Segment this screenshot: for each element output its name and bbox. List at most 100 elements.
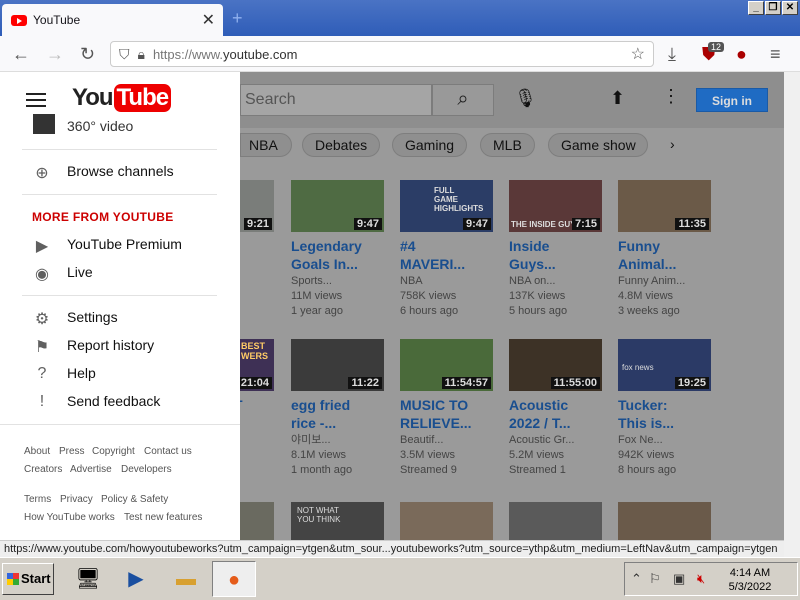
video-thumbnail[interactable]: FULL GAME HIGHLIGHTS 9:47 bbox=[400, 180, 493, 232]
video-channel[interactable]: Funny Anim... bbox=[618, 274, 718, 289]
show-hidden-icons-icon[interactable]: ⌃ bbox=[631, 571, 642, 587]
video-thumbnail[interactable] bbox=[400, 502, 493, 540]
drawer-item-premium[interactable]: ▶ YouTube Premium bbox=[0, 231, 240, 259]
forward-arrow-icon[interactable]: → bbox=[46, 44, 64, 64]
footer-link-creators[interactable]: Creators bbox=[24, 464, 62, 475]
footer-link-how-youtube-works[interactable]: How YouTube works bbox=[24, 512, 115, 523]
drawer-item-browse-channels[interactable]: ⊕ Browse channels bbox=[0, 158, 240, 186]
lock-icon[interactable]: 🔒︎ bbox=[138, 46, 145, 63]
video-thumbnail[interactable]: 11:55:00 bbox=[509, 339, 602, 391]
clock[interactable]: 4:14 AM 5/3/2022 bbox=[725, 566, 775, 594]
file-explorer-icon[interactable]: ▬ bbox=[164, 561, 208, 597]
video-thumbnail[interactable]: 9:47 bbox=[291, 180, 384, 232]
back-arrow-icon[interactable]: ← bbox=[12, 44, 30, 64]
chip-nba[interactable]: NBA bbox=[240, 133, 292, 157]
footer-link-privacy[interactable]: Privacy bbox=[60, 494, 93, 505]
extension-icon[interactable]: ● bbox=[736, 44, 747, 64]
downloads-icon[interactable]: ⤓ bbox=[668, 44, 676, 64]
drawer-item-settings[interactable]: ⚙ Settings bbox=[0, 304, 240, 332]
help-icon: ? bbox=[37, 365, 47, 382]
video-age: 1 year ago bbox=[291, 305, 343, 317]
drawer-item-send-feedback[interactable]: ! Send feedback bbox=[0, 388, 240, 416]
footer-link-press[interactable]: Press bbox=[59, 446, 85, 457]
search-input[interactable]: Search bbox=[240, 84, 432, 116]
video-title[interactable]: Tucker: This is... bbox=[618, 396, 678, 432]
minimize-button[interactable]: _ bbox=[748, 1, 764, 15]
video-channel[interactable]: Acoustic Gr... bbox=[509, 433, 609, 448]
chip-game-show[interactable]: Game show bbox=[548, 133, 648, 157]
video-channel[interactable]: NBA bbox=[400, 274, 500, 289]
sign-in-button[interactable]: Sign in bbox=[696, 88, 768, 112]
shield-icon[interactable]: ⛉ bbox=[119, 46, 130, 63]
chip-mlb[interactable]: MLB bbox=[480, 133, 535, 157]
drawer-item-help[interactable]: ? Help bbox=[0, 360, 240, 388]
action-center-flag-icon[interactable]: ⚐ bbox=[649, 571, 661, 587]
browser-tab[interactable]: YouTube ✕ bbox=[2, 4, 223, 36]
video-thumbnail[interactable] bbox=[509, 502, 602, 540]
footer-link-developers[interactable]: Developers bbox=[121, 464, 172, 475]
youtube-logo[interactable]: You Tube bbox=[72, 84, 172, 112]
footer-link-policy-safety[interactable]: Policy & Safety bbox=[101, 494, 168, 505]
video-channel[interactable]: Beautif... bbox=[400, 433, 500, 448]
close-window-button[interactable]: ✕ bbox=[782, 1, 798, 15]
video-age: Streamed 9 bbox=[400, 464, 457, 476]
hamburger-menu-icon[interactable] bbox=[26, 93, 46, 107]
footer-link-test-features[interactable]: Test new features bbox=[124, 512, 202, 523]
live-broadcast-icon: ◉ bbox=[35, 266, 49, 283]
bookmark-star-icon[interactable]: ☆ bbox=[631, 44, 645, 64]
video-title[interactable]: #4 MAVERI... bbox=[400, 237, 470, 273]
guide-drawer: You Tube 360° video ⊕ Browse channels MOR… bbox=[0, 72, 240, 540]
server-manager-icon[interactable]: 🖥︎ bbox=[66, 561, 110, 597]
video-views: 4.8M views bbox=[618, 290, 674, 302]
video-channel[interactable]: Fox Ne... bbox=[618, 433, 718, 448]
video-title[interactable]: Acoustic 2022 / T... bbox=[509, 396, 579, 432]
video-channel[interactable]: 야미보... bbox=[291, 433, 391, 448]
search-icon[interactable]: ⌕ bbox=[432, 84, 494, 116]
chip-debates[interactable]: Debates bbox=[302, 133, 381, 157]
video-title[interactable]: egg fried rice -... bbox=[291, 396, 361, 432]
video-thumbnail[interactable]: NOT WHAT YOU THINK bbox=[291, 502, 384, 540]
divider bbox=[22, 194, 217, 195]
chevron-right-icon[interactable]: › bbox=[670, 136, 675, 152]
powershell-icon[interactable]: ▶ bbox=[114, 561, 158, 597]
start-button[interactable]: Start bbox=[2, 563, 54, 595]
tab-close-icon[interactable]: ✕ bbox=[202, 10, 215, 30]
footer-link-copyright[interactable]: Copyright bbox=[92, 446, 135, 457]
video-thumbnail[interactable]: 11:22 bbox=[291, 339, 384, 391]
upload-icon[interactable]: ⬆ bbox=[610, 88, 625, 109]
footer-link-contact[interactable]: Contact us bbox=[144, 446, 192, 457]
url-bar[interactable]: ⛉ 🔒︎ https://www.youtube.com ☆ bbox=[110, 41, 654, 67]
page-scrollbar[interactable] bbox=[784, 72, 800, 557]
video-views: 758K views bbox=[400, 290, 457, 302]
footer-link-about[interactable]: About bbox=[24, 446, 50, 457]
video-age: 6 hours ago bbox=[400, 305, 459, 317]
drawer-item-report-history[interactable]: ⚑ Report history bbox=[0, 332, 240, 360]
drawer-item-360-video[interactable]: 360° video bbox=[0, 114, 240, 140]
video-channel[interactable]: Sports... bbox=[291, 274, 391, 289]
video-title[interactable]: Inside Guys... bbox=[509, 237, 569, 273]
video-channel[interactable]: NBA on... bbox=[509, 274, 609, 289]
video-thumbnail[interactable]: THE INSIDE GUYS 7:15 bbox=[509, 180, 602, 232]
video-thumbnail[interactable]: fox news 19:25 bbox=[618, 339, 711, 391]
tab-title: YouTube bbox=[33, 13, 81, 27]
video-title[interactable]: Funny Animal... bbox=[618, 237, 688, 273]
video-thumbnail[interactable]: 11:54:57 bbox=[400, 339, 493, 391]
footer-link-terms[interactable]: Terms bbox=[24, 494, 51, 505]
drawer-item-live[interactable]: ◉ Live bbox=[0, 259, 240, 287]
restore-button[interactable]: ❐ bbox=[765, 1, 781, 15]
firefox-icon[interactable]: ● bbox=[212, 561, 256, 597]
more-vert-icon[interactable]: ⋮ bbox=[662, 86, 680, 107]
menu-icon[interactable]: ≡ bbox=[770, 44, 781, 64]
video-thumbnail[interactable] bbox=[618, 502, 711, 540]
chip-gaming[interactable]: Gaming bbox=[392, 133, 468, 157]
reload-icon[interactable]: ↻ bbox=[80, 44, 95, 64]
video-thumbnail[interactable]: 11:35 bbox=[618, 180, 711, 232]
network-icon[interactable]: ▣ bbox=[673, 571, 685, 587]
url-text[interactable]: https://www.youtube.com bbox=[153, 47, 631, 62]
footer-link-advertise[interactable]: Advertise bbox=[70, 464, 112, 475]
video-title[interactable]: Legendary Goals In... bbox=[291, 237, 391, 273]
video-title[interactable]: MUSIC TO RELIEVE... bbox=[400, 396, 475, 432]
new-tab-button[interactable]: + bbox=[232, 8, 243, 29]
volume-muted-icon[interactable]: 🔇︎ bbox=[697, 571, 705, 587]
microphone-icon[interactable]: 🎙︎ bbox=[514, 88, 537, 109]
